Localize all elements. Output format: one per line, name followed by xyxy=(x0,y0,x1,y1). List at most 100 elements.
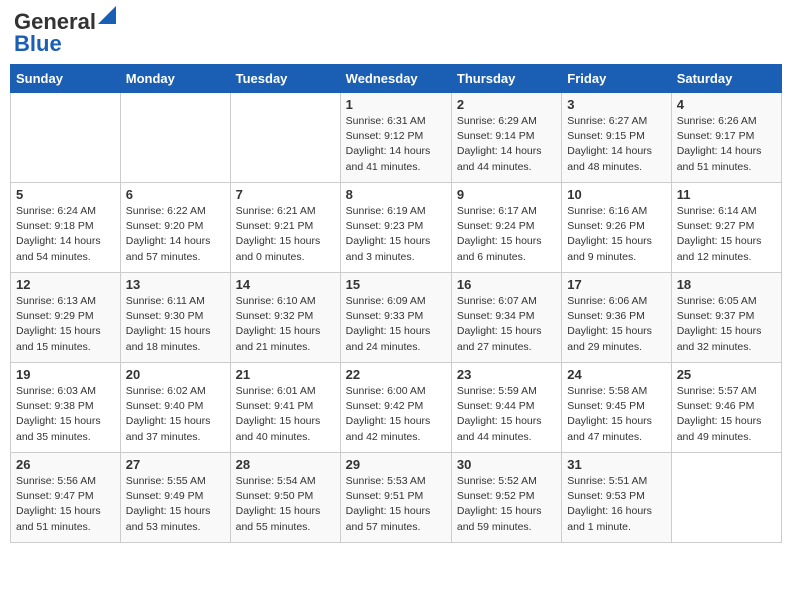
day-number: 4 xyxy=(677,97,776,112)
day-number: 22 xyxy=(346,367,446,382)
calendar-week-row: 1 Sunrise: 6:31 AM Sunset: 9:12 PM Daylig… xyxy=(11,93,782,183)
calendar-cell: 4 Sunrise: 6:26 AM Sunset: 9:17 PM Daylig… xyxy=(671,93,781,183)
day-number: 13 xyxy=(126,277,225,292)
logo-blue-text: Blue xyxy=(14,31,62,56)
day-number: 1 xyxy=(346,97,446,112)
day-info: Sunrise: 5:51 AM Sunset: 9:53 PM Dayligh… xyxy=(567,474,665,535)
calendar-cell: 28Sunrise: 5:54 AM Sunset: 9:50 PM Dayli… xyxy=(230,453,340,543)
day-info: Sunrise: 5:52 AM Sunset: 9:52 PM Dayligh… xyxy=(457,474,556,535)
day-info: Sunrise: 6:02 AM Sunset: 9:40 PM Dayligh… xyxy=(126,384,225,445)
logo: General Blue xyxy=(14,10,116,56)
calendar-cell: 17 Sunrise: 6:06 AM Sunset: 9:36 PM Dayli… xyxy=(562,273,671,363)
calendar-cell: 30 Sunrise: 5:52 AM Sunset: 9:52 PM Dayli… xyxy=(451,453,561,543)
day-number: 30 xyxy=(457,457,556,472)
day-number: 5 xyxy=(16,187,115,202)
day-info: Sunrise: 5:55 AM Sunset: 9:49 PM Dayligh… xyxy=(126,474,225,535)
day-number: 8 xyxy=(346,187,446,202)
day-number: 14 xyxy=(236,277,335,292)
calendar-cell xyxy=(671,453,781,543)
calendar-cell: 15Sunrise: 6:09 AM Sunset: 9:33 PM Dayli… xyxy=(340,273,451,363)
day-info: Sunrise: 6:03 AM Sunset: 9:38 PM Dayligh… xyxy=(16,384,115,445)
page-header: General Blue xyxy=(10,10,782,56)
calendar-cell: 10 Sunrise: 6:16 AM Sunset: 9:26 PM Dayli… xyxy=(562,183,671,273)
calendar-cell: 14 Sunrise: 6:10 AM Sunset: 9:32 PM Dayli… xyxy=(230,273,340,363)
day-of-week-header: Friday xyxy=(562,65,671,93)
calendar-cell: 16 Sunrise: 6:07 AM Sunset: 9:34 PM Dayli… xyxy=(451,273,561,363)
calendar-cell: 11Sunrise: 6:14 AM Sunset: 9:27 PM Dayli… xyxy=(671,183,781,273)
day-of-week-header: Sunday xyxy=(11,65,121,93)
day-info: Sunrise: 6:29 AM Sunset: 9:14 PM Dayligh… xyxy=(457,114,556,175)
day-info: Sunrise: 6:27 AM Sunset: 9:15 PM Dayligh… xyxy=(567,114,665,175)
day-info: Sunrise: 6:09 AM Sunset: 9:33 PM Dayligh… xyxy=(346,294,446,355)
day-info: Sunrise: 6:06 AM Sunset: 9:36 PM Dayligh… xyxy=(567,294,665,355)
calendar-cell: 19 Sunrise: 6:03 AM Sunset: 9:38 PM Dayli… xyxy=(11,363,121,453)
day-info: Sunrise: 6:00 AM Sunset: 9:42 PM Dayligh… xyxy=(346,384,446,445)
day-number: 17 xyxy=(567,277,665,292)
calendar-cell: 5 Sunrise: 6:24 AM Sunset: 9:18 PM Daylig… xyxy=(11,183,121,273)
day-number: 18 xyxy=(677,277,776,292)
calendar-cell: 24Sunrise: 5:58 AM Sunset: 9:45 PM Dayli… xyxy=(562,363,671,453)
day-number: 19 xyxy=(16,367,115,382)
day-info: Sunrise: 6:11 AM Sunset: 9:30 PM Dayligh… xyxy=(126,294,225,355)
logo-general-text: General xyxy=(14,9,96,34)
day-info: Sunrise: 5:56 AM Sunset: 9:47 PM Dayligh… xyxy=(16,474,115,535)
calendar-cell: 20 Sunrise: 6:02 AM Sunset: 9:40 PM Dayli… xyxy=(120,363,230,453)
calendar-cell: 6 Sunrise: 6:22 AM Sunset: 9:20 PM Daylig… xyxy=(120,183,230,273)
calendar-cell xyxy=(230,93,340,183)
day-info: Sunrise: 6:26 AM Sunset: 9:17 PM Dayligh… xyxy=(677,114,776,175)
day-info: Sunrise: 6:22 AM Sunset: 9:20 PM Dayligh… xyxy=(126,204,225,265)
calendar-cell: 27 Sunrise: 5:55 AM Sunset: 9:49 PM Dayli… xyxy=(120,453,230,543)
day-number: 16 xyxy=(457,277,556,292)
calendar-cell: 7Sunrise: 6:21 AM Sunset: 9:21 PM Daylig… xyxy=(230,183,340,273)
day-number: 11 xyxy=(677,187,776,202)
day-info: Sunrise: 6:01 AM Sunset: 9:41 PM Dayligh… xyxy=(236,384,335,445)
day-of-week-header: Tuesday xyxy=(230,65,340,93)
day-number: 21 xyxy=(236,367,335,382)
day-of-week-header: Saturday xyxy=(671,65,781,93)
day-info: Sunrise: 5:59 AM Sunset: 9:44 PM Dayligh… xyxy=(457,384,556,445)
calendar-cell: 22 Sunrise: 6:00 AM Sunset: 9:42 PM Dayli… xyxy=(340,363,451,453)
calendar-cell: 8 Sunrise: 6:19 AM Sunset: 9:23 PM Daylig… xyxy=(340,183,451,273)
calendar-cell: 21 Sunrise: 6:01 AM Sunset: 9:41 PM Dayli… xyxy=(230,363,340,453)
day-info: Sunrise: 6:24 AM Sunset: 9:18 PM Dayligh… xyxy=(16,204,115,265)
day-number: 27 xyxy=(126,457,225,472)
calendar-cell: 26 Sunrise: 5:56 AM Sunset: 9:47 PM Dayli… xyxy=(11,453,121,543)
calendar-cell: 25Sunrise: 5:57 AM Sunset: 9:46 PM Dayli… xyxy=(671,363,781,453)
day-number: 28 xyxy=(236,457,335,472)
calendar-cell: 1 Sunrise: 6:31 AM Sunset: 9:12 PM Daylig… xyxy=(340,93,451,183)
calendar-week-row: 5 Sunrise: 6:24 AM Sunset: 9:18 PM Daylig… xyxy=(11,183,782,273)
calendar-cell: 29 Sunrise: 5:53 AM Sunset: 9:51 PM Dayli… xyxy=(340,453,451,543)
day-number: 3 xyxy=(567,97,665,112)
calendar-week-row: 12 Sunrise: 6:13 AM Sunset: 9:29 PM Dayli… xyxy=(11,273,782,363)
calendar-week-row: 26 Sunrise: 5:56 AM Sunset: 9:47 PM Dayli… xyxy=(11,453,782,543)
calendar-header-row: SundayMondayTuesdayWednesdayThursdayFrid… xyxy=(11,65,782,93)
day-info: Sunrise: 6:17 AM Sunset: 9:24 PM Dayligh… xyxy=(457,204,556,265)
day-number: 29 xyxy=(346,457,446,472)
day-info: Sunrise: 5:57 AM Sunset: 9:46 PM Dayligh… xyxy=(677,384,776,445)
day-number: 6 xyxy=(126,187,225,202)
calendar-week-row: 19 Sunrise: 6:03 AM Sunset: 9:38 PM Dayli… xyxy=(11,363,782,453)
day-info: Sunrise: 5:53 AM Sunset: 9:51 PM Dayligh… xyxy=(346,474,446,535)
calendar-cell xyxy=(11,93,121,183)
day-info: Sunrise: 6:07 AM Sunset: 9:34 PM Dayligh… xyxy=(457,294,556,355)
calendar-cell: 31 Sunrise: 5:51 AM Sunset: 9:53 PM Dayli… xyxy=(562,453,671,543)
day-number: 23 xyxy=(457,367,556,382)
calendar-cell: 13 Sunrise: 6:11 AM Sunset: 9:30 PM Dayli… xyxy=(120,273,230,363)
day-info: Sunrise: 6:10 AM Sunset: 9:32 PM Dayligh… xyxy=(236,294,335,355)
day-number: 12 xyxy=(16,277,115,292)
day-info: Sunrise: 6:31 AM Sunset: 9:12 PM Dayligh… xyxy=(346,114,446,175)
day-number: 31 xyxy=(567,457,665,472)
day-of-week-header: Thursday xyxy=(451,65,561,93)
day-number: 20 xyxy=(126,367,225,382)
day-of-week-header: Wednesday xyxy=(340,65,451,93)
calendar-cell: 12 Sunrise: 6:13 AM Sunset: 9:29 PM Dayli… xyxy=(11,273,121,363)
calendar-cell: 23 Sunrise: 5:59 AM Sunset: 9:44 PM Dayli… xyxy=(451,363,561,453)
day-number: 7 xyxy=(236,187,335,202)
day-number: 26 xyxy=(16,457,115,472)
day-number: 10 xyxy=(567,187,665,202)
calendar-cell xyxy=(120,93,230,183)
day-number: 2 xyxy=(457,97,556,112)
day-info: Sunrise: 6:16 AM Sunset: 9:26 PM Dayligh… xyxy=(567,204,665,265)
day-info: Sunrise: 6:13 AM Sunset: 9:29 PM Dayligh… xyxy=(16,294,115,355)
day-info: Sunrise: 6:19 AM Sunset: 9:23 PM Dayligh… xyxy=(346,204,446,265)
